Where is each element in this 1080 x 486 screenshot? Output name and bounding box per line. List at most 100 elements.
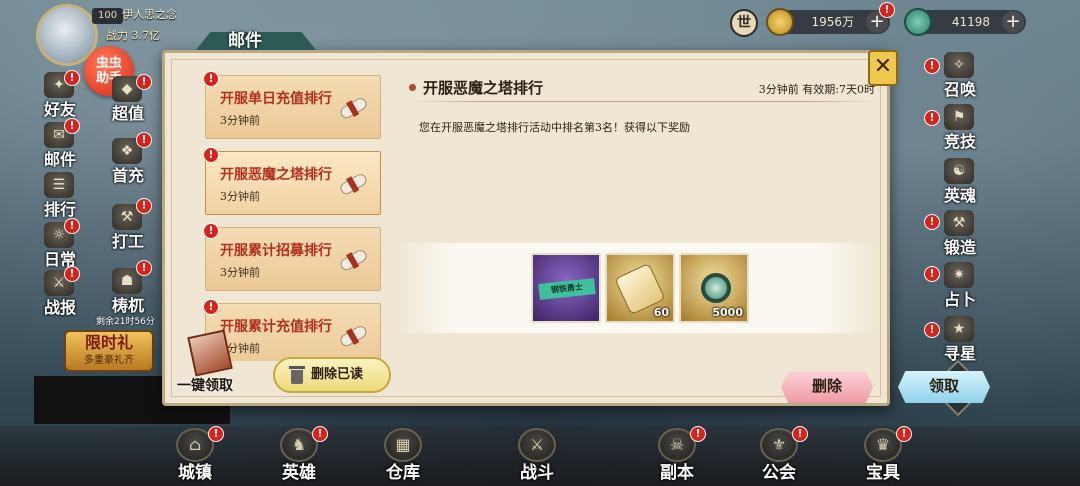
- forge-icon: ⚒: [944, 210, 974, 236]
- notification-dot: !: [879, 2, 895, 18]
- trash-icon: [289, 366, 305, 384]
- delete-button[interactable]: 删除: [781, 371, 873, 403]
- notification-dot: !: [136, 132, 152, 148]
- gold-coin-icon: [766, 8, 794, 36]
- bottom-nav-label: 公会: [762, 463, 796, 483]
- star-seek-icon: ★: [944, 316, 974, 342]
- left-menu-daily[interactable]: ☼ 日常 !: [34, 218, 86, 269]
- bottom-nav-label: 仓库: [386, 463, 420, 483]
- mail-window-title-text: 邮件: [228, 31, 262, 51]
- unread-dot: !: [203, 223, 219, 239]
- left-menu-label: 梼杌: [111, 296, 144, 315]
- mail-list[interactable]: 开服单日充值排行 3分钟前 开服恶魔之塔排行 3分钟前 开服累计招募排行 3分钟…: [205, 71, 383, 361]
- chest-icon: [187, 329, 233, 377]
- close-button[interactable]: ✕: [868, 50, 898, 86]
- limited-gift-title: 限时礼: [84, 333, 133, 352]
- bottom-nav-label: 宝具: [866, 463, 900, 483]
- left-menu-label: 好友: [43, 100, 76, 119]
- left-menu-work[interactable]: ⚒ 打工 !: [102, 198, 154, 251]
- reward-title-card[interactable]: 钢铁勇士: [531, 253, 601, 323]
- mail-item[interactable]: 开服累计招募排行 3分钟前: [205, 227, 381, 291]
- bottom-nav-treasure[interactable]: ♛ 宝具 !: [848, 426, 918, 484]
- gift-timer: 剩余21时56分: [96, 317, 155, 327]
- right-menu-hero-soul[interactable]: ☯ 英魂: [934, 158, 986, 205]
- left-menu-rank[interactable]: ☰ 排行: [34, 172, 86, 219]
- notification-dot: !: [64, 118, 80, 134]
- mail-content-body: 您在开服恶魔之塔排行活动中排名第3名！获得以下奖励: [419, 121, 690, 134]
- divider: [411, 101, 877, 102]
- left-menu-battle-report[interactable]: ⚔ 战报 !: [34, 266, 86, 317]
- mail-subject: 开服单日充值排行: [220, 91, 332, 107]
- notification-dot: !: [924, 266, 940, 282]
- reward-scroll[interactable]: 60: [605, 253, 675, 323]
- world-chat-label: 世: [737, 15, 751, 31]
- title-bullet-icon: [409, 84, 416, 91]
- left-menu-label: 战报: [43, 298, 76, 317]
- hero-soul-icon: ☯: [944, 158, 974, 184]
- right-menu-star-seek[interactable]: ★ 寻星 !: [924, 316, 986, 363]
- bottom-nav-battle[interactable]: ⚔ 战斗: [502, 428, 572, 484]
- player-name: 伊人思之念: [122, 8, 177, 21]
- notification-dot: !: [312, 426, 328, 442]
- right-menu-summon[interactable]: ✧ 召唤 !: [924, 52, 986, 99]
- add-jade-button[interactable]: +: [1002, 11, 1024, 33]
- bottom-nav-label: 副本: [660, 463, 694, 483]
- claim-button[interactable]: 领取: [898, 371, 990, 403]
- right-menu-label: 寻星: [943, 344, 976, 363]
- claim-all-button[interactable]: 一键领取: [177, 329, 247, 403]
- left-menu-label: 排行: [43, 200, 76, 219]
- bottom-nav-dungeon[interactable]: ☠ 副本 !: [642, 426, 712, 484]
- bottom-nav-warehouse[interactable]: ▦ 仓库: [368, 428, 438, 484]
- delete-read-button[interactable]: 删除已读: [273, 357, 391, 393]
- notification-dot: !: [924, 322, 940, 338]
- reward-jade-coin[interactable]: 5000: [679, 253, 749, 323]
- mail-subject: 开服累计招募排行: [220, 243, 332, 259]
- left-menu-stake[interactable]: ☗ 梼杌 !: [102, 260, 154, 315]
- notification-dot: !: [792, 426, 808, 442]
- mail-content-title: 开服恶魔之塔排行: [423, 79, 544, 97]
- power-label: 战力 3.7亿: [106, 29, 160, 42]
- bottom-nav-heroes[interactable]: ♞ 英雄 !: [264, 426, 334, 484]
- unread-dot: !: [203, 299, 219, 315]
- mail-window-title: 邮件: [176, 18, 326, 52]
- limited-gift-banner[interactable]: 限时礼 多重豪礼齐: [64, 330, 154, 372]
- notification-dot: !: [924, 58, 940, 74]
- jade-coin-icon: [904, 8, 932, 36]
- bottom-nav-label: 城镇: [178, 463, 212, 483]
- notification-dot: !: [64, 218, 80, 234]
- right-menu-label: 占卜: [943, 290, 976, 309]
- bottom-nav-guild[interactable]: ⚜ 公会 !: [744, 426, 814, 484]
- world-chat-icon[interactable]: 世: [730, 9, 758, 37]
- right-menu-arena[interactable]: ⚑ 竞技 !: [924, 104, 986, 151]
- right-menu-divination[interactable]: ✷ 占卜 !: [924, 262, 986, 309]
- mail-time: 3分钟前: [220, 266, 260, 279]
- left-menu-label: 超值: [111, 104, 144, 123]
- bottom-nav-town[interactable]: ⌂ 城镇 !: [160, 426, 230, 484]
- mail-time: 3分钟前: [220, 114, 260, 127]
- unread-dot: !: [203, 71, 219, 87]
- left-menu-value[interactable]: ◆ 超值 !: [102, 74, 154, 123]
- left-menu-first-charge[interactable]: ❖ 首充 !: [102, 132, 154, 185]
- left-menu-friends[interactable]: ✦ 好友 !: [34, 70, 86, 119]
- gold-value: 1956万: [811, 15, 854, 29]
- mail-time: 3分钟前: [220, 190, 260, 203]
- right-menu-forge[interactable]: ⚒ 锻造 !: [924, 210, 986, 257]
- mail-dialog: 开服单日充值排行 3分钟前 开服恶魔之塔排行 3分钟前 开服累计招募排行 3分钟…: [162, 50, 990, 406]
- rank-icon: ☰: [44, 172, 74, 198]
- left-menu-mail[interactable]: ✉ 邮件 !: [34, 118, 86, 169]
- mail-item[interactable]: 开服单日充值排行 3分钟前: [205, 75, 381, 139]
- reward-chip-label: 钢铁勇士: [538, 278, 596, 300]
- mail-item-selected[interactable]: 开服恶魔之塔排行 3分钟前: [205, 151, 381, 215]
- notification-dot: !: [64, 266, 80, 282]
- right-menu-label: 锻造: [943, 238, 976, 257]
- notification-dot: !: [136, 260, 152, 276]
- jade-coin-icon: [701, 273, 731, 303]
- notification-dot: !: [136, 74, 152, 90]
- notification-dot: !: [64, 70, 80, 86]
- scroll-icon: [334, 166, 375, 205]
- delete-read-label: 删除已读: [311, 367, 364, 382]
- left-menu-label: 打工: [111, 232, 144, 251]
- notification-dot: !: [924, 214, 940, 230]
- reward-qty: 60: [653, 306, 669, 319]
- unread-dot: !: [203, 147, 219, 163]
